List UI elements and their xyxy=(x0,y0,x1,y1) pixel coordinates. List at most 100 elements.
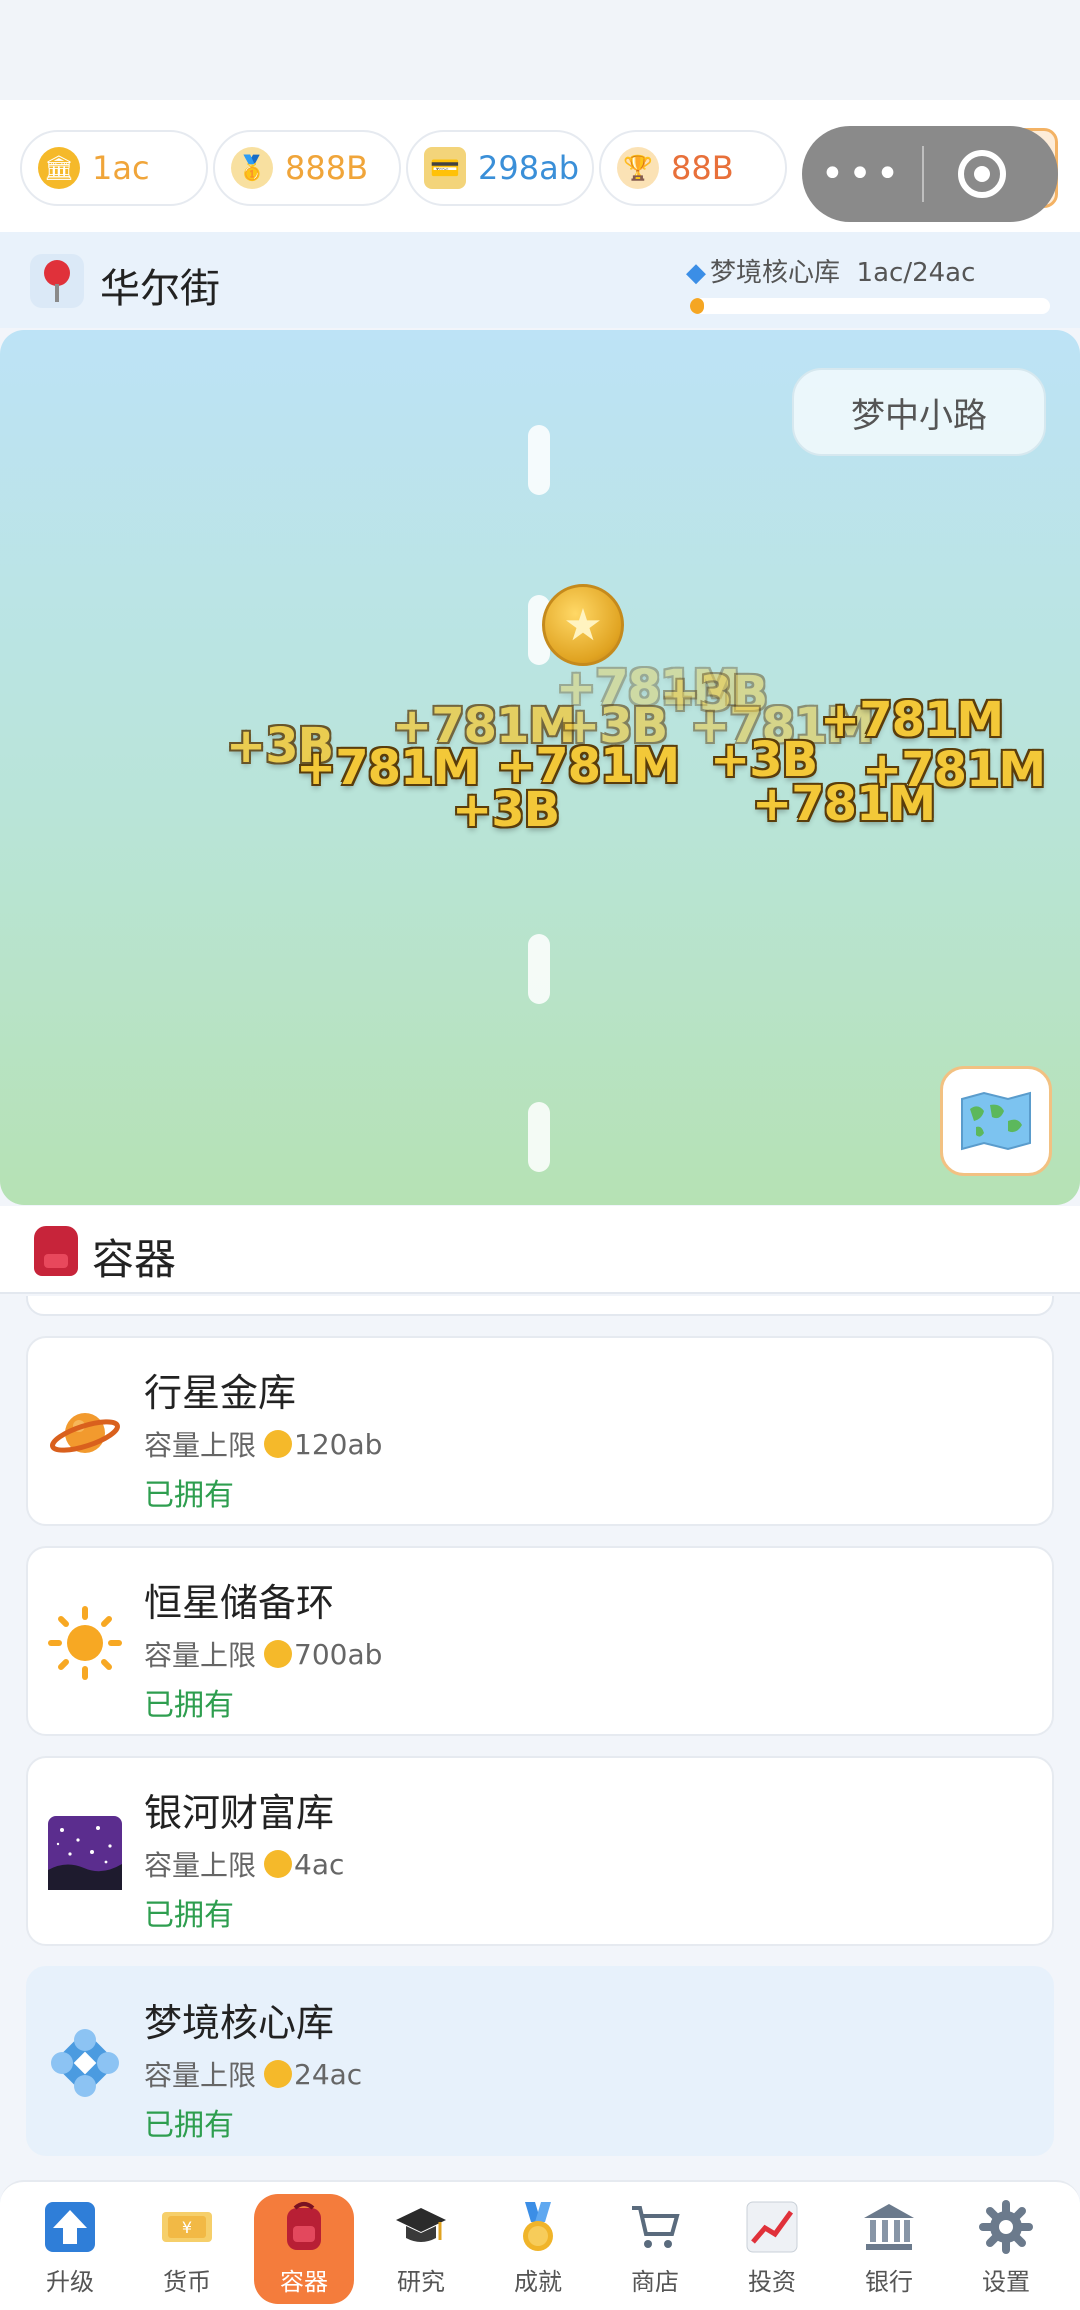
credit-card-icon: 💳 xyxy=(424,147,466,189)
currency-value: 88B xyxy=(671,149,734,187)
capacity-row: 容量上限 700ab xyxy=(144,1634,382,1674)
bank-icon xyxy=(862,2200,916,2254)
money-icon: ¥ xyxy=(160,2200,214,2254)
nav-achievements[interactable]: 成就 xyxy=(488,2194,588,2304)
nav-research[interactable]: 研究 xyxy=(371,2194,471,2304)
containers-header: 容器 xyxy=(0,1206,1080,1294)
nav-invest[interactable]: 投资 xyxy=(722,2194,822,2304)
capacity-label: 容量上限 xyxy=(144,2059,257,2092)
world-map-button[interactable] xyxy=(940,1066,1052,1176)
trophy-icon: 🏆 xyxy=(617,147,659,189)
nav-label: 成就 xyxy=(514,2268,562,2296)
vault-name: 梦境核心库 xyxy=(710,258,841,288)
coin-icon xyxy=(264,2060,293,2088)
owned-status: 已拥有 xyxy=(144,1688,234,1723)
list-item xyxy=(26,1296,1054,1316)
nav-shop[interactable]: 商店 xyxy=(605,2194,705,2304)
close-target-button[interactable] xyxy=(958,150,1006,198)
medal-icon: 🥇 xyxy=(231,147,273,189)
nav-settings[interactable]: 设置 xyxy=(956,2194,1056,2304)
vault-progress-bar xyxy=(690,298,1050,314)
container-card-active[interactable]: 梦境核心库 容量上限 24ac 已拥有 xyxy=(26,1966,1054,2156)
diamond-icon: ◆ xyxy=(686,258,706,288)
capacity-value: 120ab xyxy=(294,1427,383,1461)
dream-path-button[interactable]: 梦中小路 xyxy=(792,368,1046,456)
capacity-value: 4ac xyxy=(294,1847,345,1881)
medal-icon xyxy=(511,2200,565,2254)
coin-icon xyxy=(264,1850,293,1878)
currency-pill-coins[interactable]: 🏛 1ac xyxy=(20,130,208,206)
nav-label: 容器 xyxy=(280,2268,328,2296)
nav-bank[interactable]: 银行 xyxy=(839,2194,939,2304)
vault-progress-fill xyxy=(690,298,705,314)
container-name: 行星金库 xyxy=(144,1371,297,1415)
container-name: 恒星储备环 xyxy=(144,1581,335,1625)
gear-icon xyxy=(979,2200,1033,2254)
capacity-row: 容量上限 120ab xyxy=(144,1424,382,1464)
status-area xyxy=(0,0,1080,100)
container-card[interactable]: 银河财富库 容量上限 4ac 已拥有 xyxy=(26,1756,1054,1946)
currency-pill-card[interactable]: 💳 298ab xyxy=(406,130,594,206)
container-name: 梦境核心库 xyxy=(144,2001,335,2045)
dream-core-icon xyxy=(51,2029,119,2097)
nav-upgrade[interactable]: 升级 xyxy=(20,2194,120,2304)
capacity-row: 容量上限 24ac xyxy=(144,2054,362,2094)
backpack-icon xyxy=(277,2200,331,2254)
nav-currency[interactable]: ¥ 货币 xyxy=(137,2194,237,2304)
currency-value: 1ac xyxy=(92,149,150,187)
capacity-value: 24ac xyxy=(294,2057,363,2091)
cart-icon xyxy=(628,2200,682,2254)
road-dash xyxy=(528,425,550,495)
star-coin-icon[interactable]: ★ xyxy=(542,584,624,666)
owned-status: 已拥有 xyxy=(144,1898,234,1933)
bank-coin-icon: 🏛 xyxy=(38,147,80,189)
capacity-label: 容量上限 xyxy=(144,1639,257,1672)
nav-label: 设置 xyxy=(982,2268,1030,2296)
galaxy-icon xyxy=(48,1816,122,1890)
capacity-label: 容量上限 xyxy=(144,1849,257,1882)
nav-label: 研究 xyxy=(397,2268,445,2296)
game-scene[interactable]: 梦中小路 ★ +781M +3B +781M +3B +781M +781M +… xyxy=(0,330,1080,1205)
currency-value: 888B xyxy=(285,149,369,187)
graduation-cap-icon xyxy=(394,2200,448,2254)
coin-icon xyxy=(264,1640,293,1668)
upgrade-arrow-icon xyxy=(43,2200,97,2254)
capacity-value: 700ab xyxy=(294,1637,383,1671)
floating-income-text: +3B xyxy=(452,782,560,838)
floating-income-text: +781M xyxy=(820,692,1004,748)
backpack-icon xyxy=(34,1226,78,1276)
road-dash xyxy=(528,934,550,1004)
currency-pill-trophy[interactable]: 🏆 88B xyxy=(599,130,787,206)
capacity-row: 容量上限 4ac xyxy=(144,1844,344,1884)
nav-label: 货币 xyxy=(163,2268,211,2296)
nav-containers[interactable]: 容器 xyxy=(254,2194,354,2304)
currency-pill-medal[interactable]: 🥇 888B xyxy=(213,130,401,206)
more-options-button[interactable]: ••• xyxy=(802,151,922,197)
owned-status: 已拥有 xyxy=(144,2108,234,2143)
container-list[interactable]: 行星金库 容量上限 120ab 已拥有 恒星储备环 容量上限 700ab 已拥有 xyxy=(0,1296,1080,2180)
vault-capacity: 1ac/24ac xyxy=(856,258,976,288)
capacity-label: 容量上限 xyxy=(144,1429,257,1462)
bottom-nav: 升级 ¥ 货币 容器 研究 成就 商店 投资 银行 设置 xyxy=(0,2180,1080,2310)
owned-status: 已拥有 xyxy=(144,1478,234,1513)
sun-icon xyxy=(48,1606,122,1680)
nav-label: 商店 xyxy=(631,2268,679,2296)
floating-income-text: +781M xyxy=(752,776,936,832)
capsule-divider xyxy=(922,146,924,202)
vault-info: ◆ 梦境核心库 1ac/24ac xyxy=(686,252,975,289)
map-icon xyxy=(961,1091,1031,1151)
location-name: 华尔街 xyxy=(100,266,220,312)
mini-program-capsule: ••• xyxy=(802,126,1058,222)
nav-label: 升级 xyxy=(46,2268,94,2296)
container-card[interactable]: 行星金库 容量上限 120ab 已拥有 xyxy=(26,1336,1054,1526)
chart-up-icon xyxy=(745,2200,799,2254)
nav-label: 银行 xyxy=(865,2268,913,2296)
container-name: 银河财富库 xyxy=(144,1791,335,1835)
section-title: 容器 xyxy=(92,1235,177,1284)
currency-value: 298ab xyxy=(478,149,579,187)
container-card[interactable]: 恒星储备环 容量上限 700ab 已拥有 xyxy=(26,1546,1054,1736)
coin-icon xyxy=(264,1430,293,1458)
nav-label: 投资 xyxy=(748,2268,796,2296)
svg-text:¥: ¥ xyxy=(182,2218,192,2237)
planet-icon xyxy=(50,1413,120,1453)
